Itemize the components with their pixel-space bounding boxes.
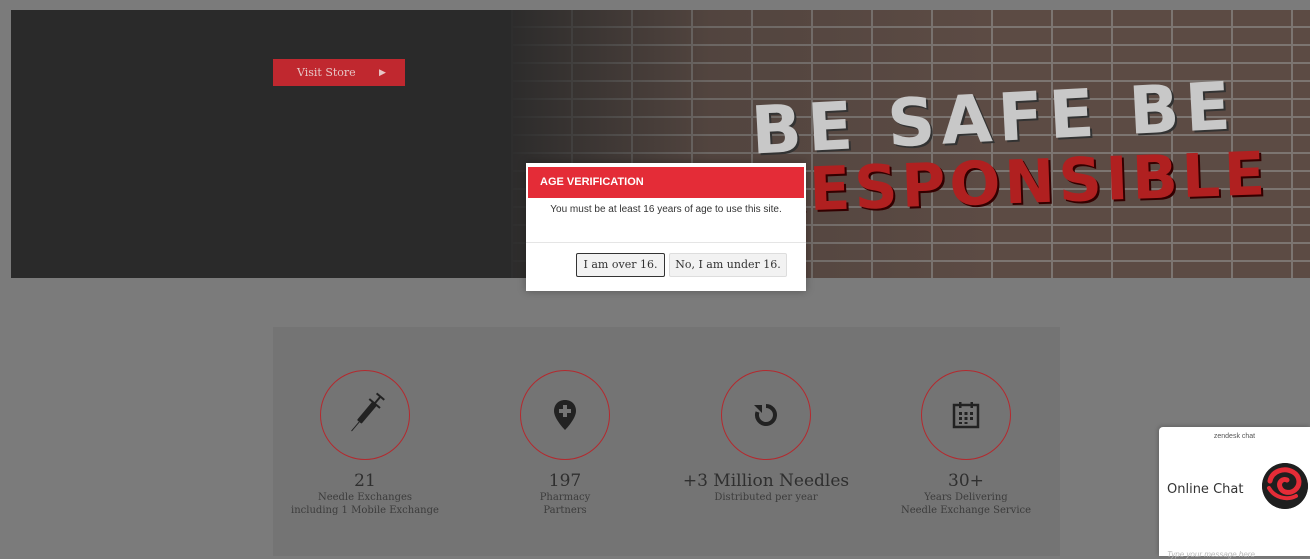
age-over-button[interactable]: I am over 16.: [576, 253, 665, 277]
chat-title: Online Chat: [1167, 482, 1244, 497]
modal-divider: [526, 242, 806, 243]
modal-message: You must be at least 16 years of age to …: [550, 204, 782, 215]
age-under-button[interactable]: No, I am under 16.: [669, 253, 787, 277]
zendesk-chat-widget[interactable]: zendesk chat Online Chat Type your messa…: [1159, 427, 1310, 559]
modal-title: AGE VERIFICATION: [528, 167, 804, 198]
chat-brand: zendesk chat: [1213, 433, 1256, 440]
chat-logo-icon: [1262, 463, 1308, 509]
chat-message-input[interactable]: Type your message here: [1167, 550, 1255, 559]
age-verification-modal: AGE VERIFICATION You must be at least 16…: [526, 163, 806, 291]
